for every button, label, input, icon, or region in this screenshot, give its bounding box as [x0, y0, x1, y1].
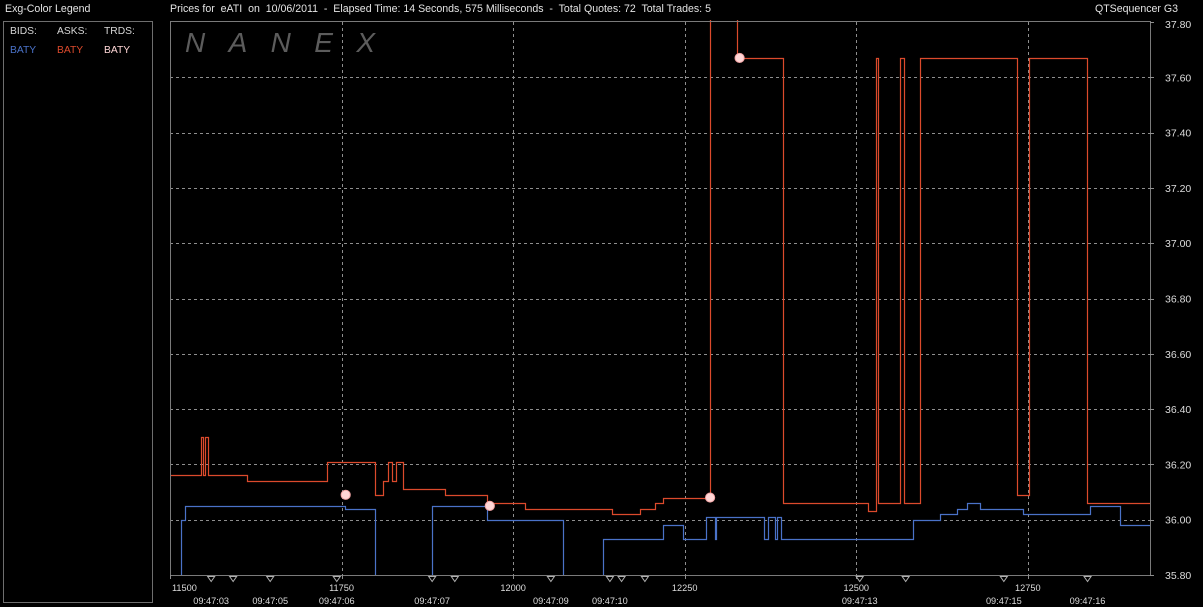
second-marker-icon — [605, 576, 615, 583]
time-label: 09:47:03 — [193, 596, 229, 606]
second-marker-icon — [332, 576, 342, 583]
price-tick-label: 35.80 — [1165, 570, 1191, 582]
sequence-tick-label: 12250 — [672, 583, 698, 593]
trade-marker — [484, 500, 495, 511]
time-label: 09:47:05 — [252, 596, 288, 606]
sequence-tick-label: 11750 — [329, 583, 354, 593]
price-tick-label: 37.40 — [1165, 128, 1191, 140]
price-tick-label: 37.20 — [1165, 183, 1191, 195]
second-marker-icon — [450, 576, 460, 583]
price-chart: NANEX 37.8037.6037.4037.2037.0036.8036.6… — [170, 19, 1191, 606]
second-marker-icon — [228, 576, 238, 583]
time-label: 09:47:15 — [986, 596, 1022, 606]
price-tick-label: 36.20 — [1165, 459, 1191, 471]
price-tick-label: 36.80 — [1165, 294, 1191, 306]
sequence-tick-label: 12500 — [843, 583, 869, 593]
sequence-tick-label: 11500 — [172, 583, 197, 593]
price-tick-label: 37.60 — [1165, 72, 1191, 84]
second-marker-icon — [206, 576, 216, 583]
plot-background — [170, 21, 1150, 575]
trade-marker — [340, 489, 351, 500]
sequence-axis: 11500 11750 12000 12250 12500 12750 — [170, 575, 1041, 593]
second-marker-icon — [901, 576, 911, 583]
second-marker-icon — [617, 576, 627, 583]
time-label: 09:47:07 — [414, 596, 450, 606]
second-marker-icon — [999, 576, 1009, 583]
second-marker-icon — [1083, 576, 1093, 583]
second-marker-icon — [427, 576, 437, 583]
time-label: 09:47:13 — [842, 596, 878, 606]
price-tick-label: 36.40 — [1165, 404, 1191, 416]
price-axis: 37.80 37.60 37.40 37.20 37.00 36.80 36.60 36.40… — [1150, 19, 1191, 582]
sequence-tick-label: 12750 — [1015, 583, 1041, 593]
time-label: 09:47:10 — [592, 596, 628, 606]
trade-marker — [704, 492, 716, 503]
price-tick-label: 37.00 — [1165, 238, 1191, 250]
second-marker-icon — [640, 576, 650, 583]
sequence-tick-label: 12000 — [500, 583, 526, 593]
price-tick-label: 36.00 — [1165, 515, 1191, 527]
time-label: 09:47:16 — [1070, 596, 1106, 606]
time-label: 09:47:09 — [533, 596, 569, 606]
second-marker-icon — [546, 576, 556, 583]
price-tick-label: 37.80 — [1165, 19, 1191, 31]
second-marker-icon — [265, 576, 275, 583]
price-tick-label: 36.60 — [1165, 349, 1191, 361]
trade-marker — [734, 52, 745, 64]
time-label: 09:47:06 — [319, 596, 355, 606]
second-marker-icon — [855, 576, 865, 583]
